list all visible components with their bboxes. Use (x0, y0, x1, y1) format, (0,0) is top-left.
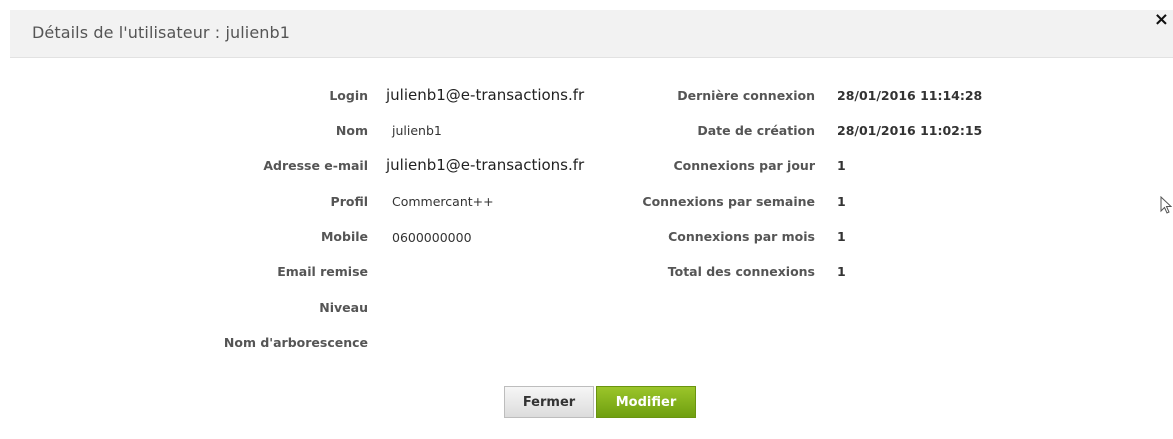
dialog-titlebar: Détails de l'utilisateur : julienb1 (10, 10, 1173, 58)
connexions-semaine-label: Connexions par semaine (642, 194, 815, 209)
nom-label: Nom (335, 123, 368, 138)
connexions-jour-value: 1 (837, 158, 846, 173)
email-remise-label: Email remise (277, 264, 368, 279)
connexions-mois-label: Connexions par mois (668, 229, 815, 244)
mobile-value: 0600000000 (392, 230, 472, 245)
close-button[interactable]: Fermer (504, 386, 594, 418)
login-value: julienb1@e-transactions.fr (386, 86, 585, 104)
profil-label: Profil (330, 194, 368, 209)
niveau-label: Niveau (319, 300, 368, 315)
nom-value: julienb1 (392, 123, 442, 138)
date-creation-label: Date de création (697, 123, 815, 138)
derniere-connexion-label: Dernière connexion (677, 88, 815, 103)
total-connexions-value: 1 (837, 264, 846, 279)
dialog-title: Détails de l'utilisateur : julienb1 (32, 23, 291, 42)
connexions-semaine-value: 1 (837, 194, 846, 209)
email-label: Adresse e-mail (263, 158, 368, 173)
mouse-pointer-icon (1160, 196, 1172, 214)
user-details-dialog: Détails de l'utilisateur : julienb1 × Lo… (0, 0, 1173, 439)
mobile-label: Mobile (320, 229, 368, 244)
profil-value: Commercant++ (392, 194, 494, 209)
connexions-mois-value: 1 (837, 229, 846, 244)
derniere-connexion-value: 28/01/2016 11:14:28 (837, 88, 983, 103)
close-icon[interactable]: × (1154, 11, 1169, 29)
date-creation-value: 28/01/2016 11:02:15 (837, 123, 983, 138)
login-label: Login (329, 88, 368, 103)
total-connexions-label: Total des connexions (667, 264, 815, 279)
edit-button[interactable]: Modifier (596, 386, 696, 418)
connexions-jour-label: Connexions par jour (673, 158, 816, 173)
arborescence-label: Nom d'arborescence (223, 335, 368, 350)
email-value: julienb1@e-transactions.fr (386, 156, 585, 174)
